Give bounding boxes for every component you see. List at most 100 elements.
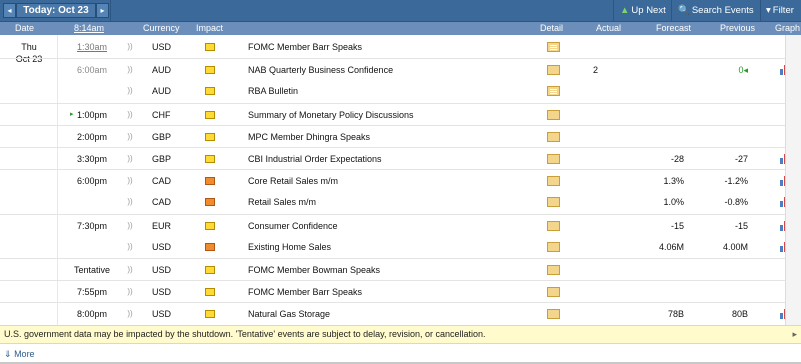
event-previous: 0◂ [738,65,748,76]
event-detail-button[interactable] [547,259,561,281]
table-row[interactable]: 6:00am)) AUD NAB Quarterly Business Confid… [0,58,801,80]
event-forecast: -15 [670,220,684,231]
chevron-right-icon: ▸ [100,6,105,15]
low-impact-icon [205,132,215,141]
impact-indicator [205,36,217,58]
toolbar-divider [671,0,672,22]
event-actual [593,215,633,237]
event-time: 1:30am [76,42,108,52]
sound-alert-icon[interactable]: )) [126,170,134,192]
table-row[interactable]: )) AUD RBA Bulletin [0,80,801,102]
event-detail-button[interactable] [547,170,561,192]
table-row[interactable]: Tentative)) USD FOMC Member Bowman Speaks [0,258,801,280]
event-detail-button[interactable] [547,126,561,148]
event-title[interactable]: Core Retail Sales m/m [248,170,528,192]
sound-alert-icon[interactable]: )) [126,303,134,325]
event-detail-button[interactable] [547,104,561,126]
table-row[interactable]: 6:00pm)) CAD Core Retail Sales m/m 1.3% -1.2… [0,169,801,191]
toolbar-divider [760,0,761,22]
sound-alert-icon[interactable]: )) [126,126,134,148]
event-title[interactable]: Consumer Confidence [248,215,528,237]
impact-indicator [205,236,217,258]
event-title[interactable]: FOMC Member Bowman Speaks [248,259,528,281]
event-currency: GBP [152,154,172,164]
up-next-button[interactable]: ▲ Up Next [620,5,666,17]
event-time: 2:00pm [76,131,108,142]
event-previous [700,259,748,281]
event-title[interactable]: Existing Home Sales [248,236,528,258]
search-events-button[interactable]: 🔍 Search Events [678,5,754,17]
event-forecast [640,36,684,58]
event-title[interactable]: Retail Sales m/m [248,191,528,213]
sound-alert-icon[interactable]: )) [126,59,134,81]
folder-icon [547,42,560,52]
event-detail-button[interactable] [547,215,561,237]
table-row[interactable]: 7:30pm)) EUR Consumer Confidence -15 -15 [0,213,801,237]
event-title[interactable]: NAB Quarterly Business Confidence [248,59,528,81]
sound-alert-icon[interactable]: )) [126,80,134,102]
event-actual [593,148,633,170]
event-currency: CAD [152,197,172,208]
more-link[interactable]: ⇓ More [4,348,35,360]
event-title[interactable]: FOMC Member Barr Speaks [248,36,528,58]
event-title[interactable]: MPC Member Dhingra Speaks [248,126,528,148]
table-row[interactable]: 2:00pm)) GBP MPC Member Dhingra Speaks [0,124,801,148]
event-actual [593,126,633,148]
event-title[interactable]: RBA Bulletin [248,80,528,102]
event-forecast [640,104,684,126]
sound-alert-icon[interactable]: )) [126,148,134,170]
event-previous [700,281,748,303]
event-title[interactable]: CBI Industrial Order Expectations [248,148,528,170]
shutdown-notice: U.S. government data may be impacted by … [0,325,801,344]
event-detail-button[interactable] [547,303,561,325]
table-row[interactable]: )) USD Existing Home Sales 4.06M 4.00M [0,236,801,258]
event-detail-button[interactable] [547,281,561,303]
impact-indicator [205,259,217,281]
impact-indicator [205,104,217,126]
event-time [60,191,124,213]
event-time: 6:00pm [76,176,108,187]
event-detail-button[interactable] [547,80,561,102]
sound-alert-icon[interactable]: )) [126,191,134,213]
low-impact-icon [205,288,215,297]
next-day-button[interactable]: ▸ [96,3,109,18]
event-title[interactable]: Summary of Monetary Policy Discussions [248,104,528,126]
impact-indicator [205,126,217,148]
event-forecast: 1.0% [663,197,684,208]
filter-button[interactable]: ▾ Filter [766,5,794,17]
event-time: 7:55pm [76,287,108,298]
impact-indicator [205,303,217,325]
sound-alert-icon[interactable]: )) [126,104,134,126]
event-detail-button[interactable] [547,36,561,58]
event-currency: USD [152,287,172,298]
event-detail-button[interactable] [547,148,561,170]
sound-alert-icon[interactable]: )) [126,259,134,281]
event-detail-button[interactable] [547,59,561,81]
today-selector[interactable]: Today: Oct 23 [16,3,96,18]
sound-alert-icon[interactable]: )) [126,215,134,237]
scrollbar[interactable] [785,35,801,325]
impact-indicator [205,148,217,170]
table-row[interactable]: 1:00pm ▸)) CHF Summary of Monetary Policy D… [0,102,801,126]
event-actual [593,191,633,213]
filter-icon: ▾ [766,5,771,16]
table-row[interactable]: 7:55pm)) USD FOMC Member Barr Speaks [0,280,801,302]
sound-alert-icon[interactable]: )) [126,36,134,58]
event-title[interactable]: Natural Gas Storage [248,303,528,325]
sound-alert-icon[interactable]: )) [126,236,134,258]
previous-day-button[interactable]: ◂ [3,3,16,18]
event-detail-button[interactable] [547,236,561,258]
event-previous: -0.8% [724,197,748,208]
table-row[interactable]: 3:30pm)) GBP CBI Industrial Order Expectat… [0,147,801,169]
table-row[interactable]: 8:00pm)) USD Natural Gas Storage 78B 80B [0,302,801,324]
event-title[interactable]: FOMC Member Barr Speaks [248,281,528,303]
low-impact-icon [205,310,215,319]
event-forecast [640,126,684,148]
column-time-current[interactable]: 8:14am [74,23,104,34]
event-currency: USD [152,241,172,252]
table-row[interactable]: )) CAD Retail Sales m/m 1.0% -0.8% [0,191,801,213]
table-row[interactable]: 1:30am)) USD FOMC Member Barr Speaks [0,36,801,58]
event-detail-button[interactable] [547,191,561,213]
sound-alert-icon[interactable]: )) [126,281,134,303]
notice-scroll-icon[interactable]: ▸ [792,326,797,343]
